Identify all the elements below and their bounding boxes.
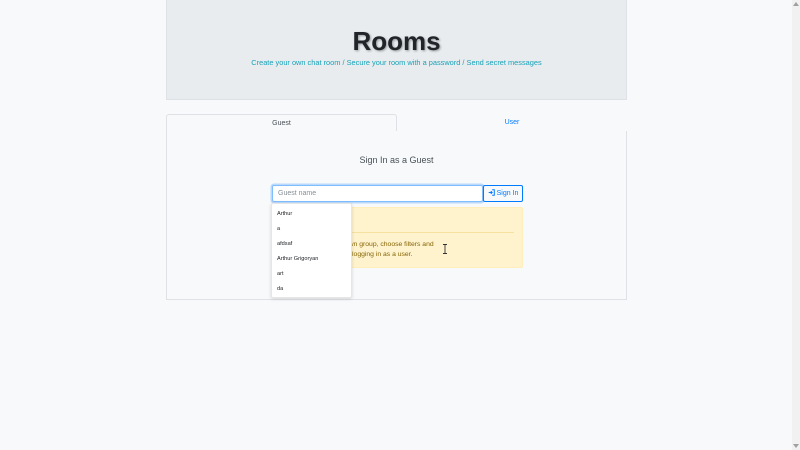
autocomplete-item[interactable]: da	[277, 286, 283, 292]
jumbotron-header: Rooms Create your own chat room / Secure…	[166, 0, 627, 100]
page-tagline: Create your own chat room / Secure your …	[251, 58, 542, 67]
autocomplete-item[interactable]: art	[277, 271, 284, 277]
guest-name-input[interactable]	[272, 185, 483, 202]
autocomplete-item[interactable]: afdsaf	[277, 241, 292, 247]
scroll-down-arrow-icon[interactable]	[793, 444, 799, 448]
scroll-up-arrow-icon[interactable]	[793, 2, 799, 6]
text-cursor-icon	[443, 244, 447, 254]
vertical-scrollbar[interactable]	[792, 0, 800, 450]
guest-signin-heading: Sign In as a Guest	[359, 155, 434, 165]
autocomplete-dropdown: Arthur a afdsaf Arthur Grigoryan art da	[271, 203, 352, 298]
autocomplete-item[interactable]: a	[277, 226, 280, 232]
autocomplete-item[interactable]: Arthur	[277, 211, 292, 217]
tab-guest[interactable]: Guest	[166, 114, 397, 132]
page-title: Rooms	[352, 26, 441, 56]
sign-in-icon	[488, 189, 495, 198]
guest-panel: Sign In as a Guest egister e able to cre…	[166, 131, 627, 300]
sign-in-button[interactable]: Sign In	[483, 185, 523, 202]
guest-signin-form: Sign In	[272, 185, 523, 254]
tab-bar: Guest User	[166, 114, 627, 132]
sign-in-label: Sign In	[496, 190, 519, 197]
autocomplete-item[interactable]: Arthur Grigoryan	[277, 256, 318, 262]
tab-user[interactable]: User	[397, 114, 627, 132]
